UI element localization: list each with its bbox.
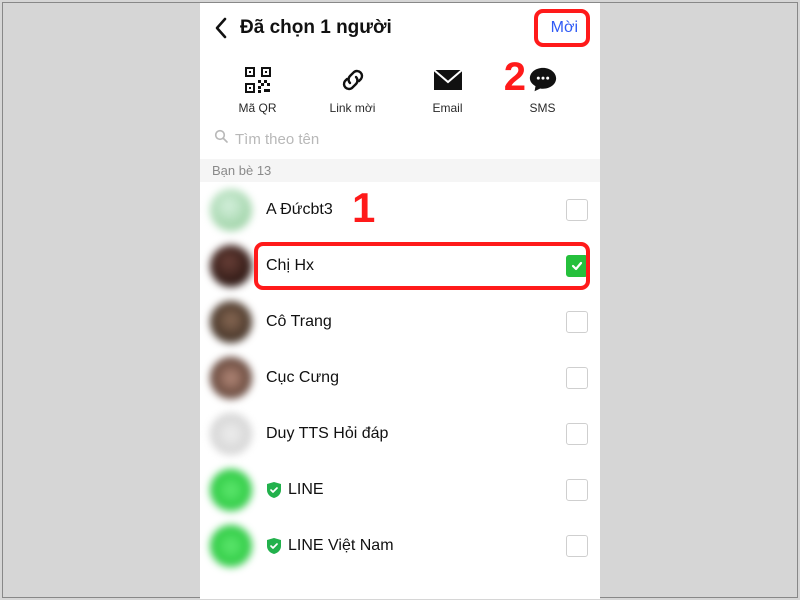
chat-icon xyxy=(528,65,558,95)
friend-name: Cục Cưng xyxy=(266,369,566,387)
select-checkbox[interactable] xyxy=(566,255,588,277)
select-checkbox[interactable] xyxy=(566,367,588,389)
friends-section-header: Bạn bè 13 xyxy=(200,159,600,182)
friend-name: Duy TTS Hỏi đáp xyxy=(266,425,566,443)
phone-screen: Đã chọn 1 người Mời 2 Mã QR xyxy=(200,3,600,599)
share-sms[interactable]: SMS xyxy=(508,65,578,115)
friend-row[interactable]: Cô Trang xyxy=(200,294,600,350)
friend-name: LINE Việt Nam xyxy=(266,537,566,555)
friend-name: LINE xyxy=(266,481,566,499)
friend-name: A Đứcbt3 xyxy=(266,201,566,219)
share-link-label: Link mời xyxy=(330,101,376,115)
avatar xyxy=(210,245,252,287)
select-checkbox[interactable] xyxy=(566,199,588,221)
avatar xyxy=(210,357,252,399)
search-row xyxy=(200,125,600,159)
friend-row[interactable]: A Đứcbt3 xyxy=(200,182,600,238)
share-email-label: Email xyxy=(432,101,462,115)
select-checkbox[interactable] xyxy=(566,479,588,501)
link-icon xyxy=(338,65,368,95)
verified-icon xyxy=(266,538,282,554)
friend-row[interactable]: Chị Hx1 xyxy=(200,238,600,294)
share-link[interactable]: Link mời xyxy=(318,65,388,115)
back-button[interactable] xyxy=(208,15,234,41)
page-title: Đã chọn 1 người xyxy=(240,17,543,39)
share-row: Mã QR Link mời Email SMS xyxy=(200,51,600,125)
friend-name: Cô Trang xyxy=(266,313,566,331)
friend-list: A Đứcbt3 Chị Hx1 Cô Trang Cục Cưng Duy TTS H… xyxy=(200,182,600,574)
verified-icon xyxy=(266,482,282,498)
avatar xyxy=(210,413,252,455)
avatar xyxy=(210,525,252,567)
share-qr[interactable]: Mã QR xyxy=(223,65,293,115)
header-bar: Đã chọn 1 người Mời xyxy=(200,3,600,51)
friend-row[interactable]: Cục Cưng xyxy=(200,350,600,406)
select-checkbox[interactable] xyxy=(566,535,588,557)
select-checkbox[interactable] xyxy=(566,423,588,445)
select-checkbox[interactable] xyxy=(566,311,588,333)
search-icon xyxy=(214,129,229,149)
search-input[interactable] xyxy=(235,131,586,148)
share-sms-label: SMS xyxy=(529,101,555,115)
avatar xyxy=(210,301,252,343)
mail-icon xyxy=(433,65,463,95)
friend-name: Chị Hx xyxy=(266,257,566,275)
qr-icon xyxy=(243,65,273,95)
avatar xyxy=(210,189,252,231)
avatar xyxy=(210,469,252,511)
friend-row[interactable]: LINE xyxy=(200,462,600,518)
invite-button[interactable]: Mời xyxy=(543,15,586,41)
share-qr-label: Mã QR xyxy=(238,101,276,115)
friend-row[interactable]: LINE Việt Nam xyxy=(200,518,600,574)
friend-row[interactable]: Duy TTS Hỏi đáp xyxy=(200,406,600,462)
share-email[interactable]: Email xyxy=(413,65,483,115)
page-frame: Đã chọn 1 người Mời 2 Mã QR xyxy=(2,2,798,598)
